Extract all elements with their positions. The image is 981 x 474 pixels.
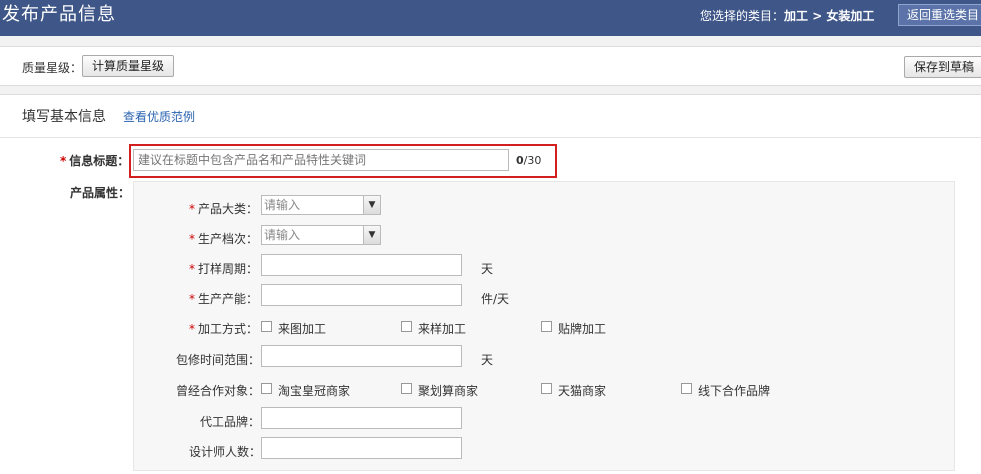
oem-brand-label: 代工品牌： [200, 415, 261, 429]
quality-bar: 质量星级： 计算质量星级 保存到草稿 [0, 46, 981, 86]
page-title: 发布产品信息 [2, 4, 116, 25]
attr-label: 产品属性： [70, 186, 131, 200]
partner-checkbox-3[interactable] [541, 383, 552, 394]
method-checkbox-3[interactable] [541, 321, 552, 332]
section-title: 填写基本信息 [22, 109, 106, 125]
partner-checkbox-1[interactable] [261, 383, 272, 394]
category-select[interactable]: 请输入 ▼ [261, 195, 381, 215]
partners-label: 曾经合作对象： [176, 384, 261, 398]
grade-select[interactable]: 请输入 ▼ [261, 225, 381, 245]
method-option-2: 来样加工 [418, 322, 467, 336]
calc-quality-button[interactable]: 计算质量星级 [82, 55, 174, 77]
title-char-counter: 0/30 [516, 154, 542, 167]
designers-label: 设计师人数： [189, 445, 262, 459]
partner-option-4: 线下合作品牌 [698, 384, 771, 398]
designers-input[interactable] [261, 437, 462, 459]
method-option-1: 来图加工 [278, 322, 327, 336]
required-star: * [60, 154, 67, 168]
warranty-unit: 天 [481, 353, 494, 367]
page-header: 发布产品信息 您选择的类目：加工 > 女装加工 返回重选类目 [0, 0, 981, 36]
partner-option-3: 天猫商家 [558, 384, 607, 398]
chevron-down-icon[interactable]: ▼ [363, 196, 380, 214]
warranty-label: 包修时间范围： [176, 353, 261, 367]
oem-brand-input[interactable] [261, 407, 462, 429]
divider [0, 137, 981, 138]
view-example-link[interactable]: 查看优质范例 [123, 108, 195, 125]
title-label: * 信息标题： [60, 154, 130, 168]
capacity-label: * 生产产能： [189, 292, 259, 306]
quality-label: 质量星级： [22, 61, 83, 75]
partner-checkbox-2[interactable] [401, 383, 412, 394]
method-option-3: 贴牌加工 [558, 322, 607, 336]
capacity-unit: 件/天 [481, 292, 510, 306]
partner-checkbox-4[interactable] [681, 383, 692, 394]
category-path: 加工 > 女装加工 [784, 9, 875, 23]
category-prefix: 您选择的类目： [700, 9, 785, 23]
method-checkbox-1[interactable] [261, 321, 272, 332]
sample-period-input[interactable] [261, 254, 462, 276]
grade-label: * 生产档次： [189, 232, 259, 246]
chevron-down-icon[interactable]: ▼ [363, 226, 380, 244]
partner-option-1: 淘宝皇冠商家 [278, 384, 351, 398]
method-checkbox-2[interactable] [401, 321, 412, 332]
reselect-category-button[interactable]: 返回重选类目 [898, 4, 981, 26]
partner-option-2: 聚划算商家 [418, 384, 479, 398]
selected-category: 您选择的类目：加工 > 女装加工 [700, 8, 874, 24]
method-label: * 加工方式： [189, 322, 259, 336]
warranty-input[interactable] [261, 345, 462, 367]
category-label: * 产品大类： [189, 202, 259, 216]
title-input[interactable] [133, 149, 509, 171]
sample-period-label: * 打样周期： [189, 262, 259, 276]
save-draft-button[interactable]: 保存到草稿 [904, 56, 981, 78]
sample-unit: 天 [481, 262, 494, 276]
capacity-input[interactable] [261, 284, 462, 306]
